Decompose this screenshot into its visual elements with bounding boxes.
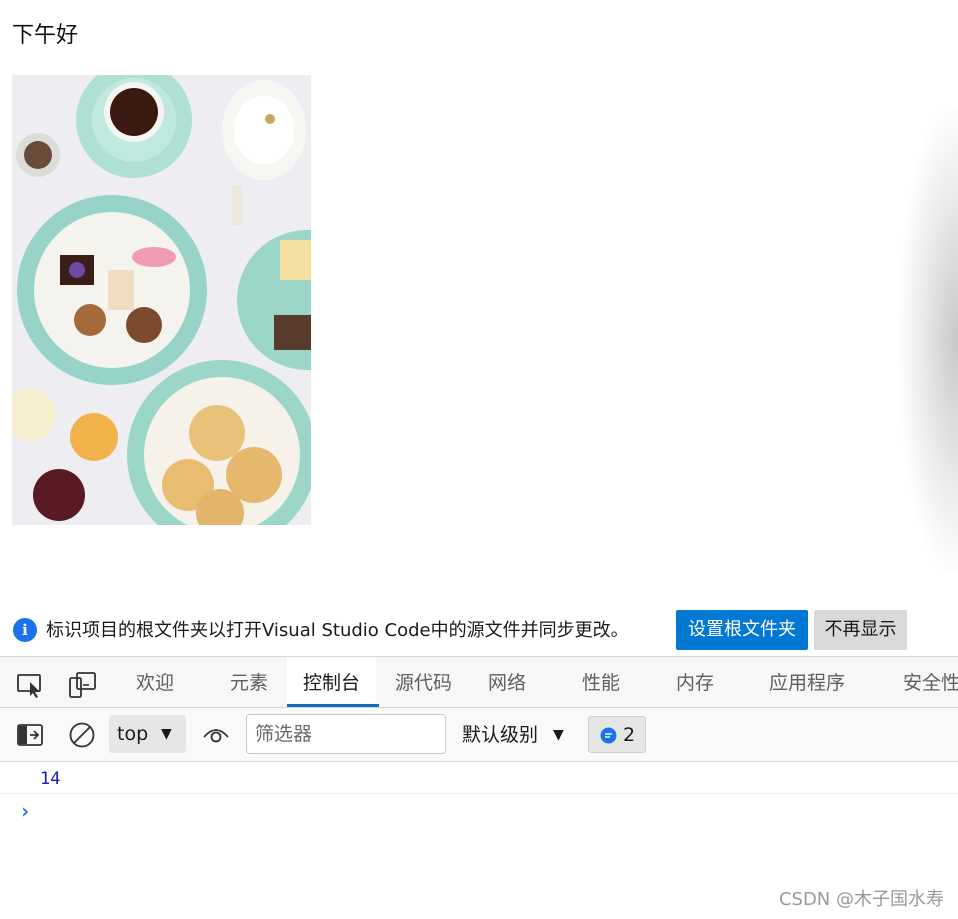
message-count-badge[interactable] [588, 716, 646, 753]
console-log-value: 14 [40, 769, 61, 789]
toggle-sidebar-icon[interactable] [16, 722, 44, 748]
chevron-down-icon: ▼ [161, 726, 172, 742]
device-emulation-icon[interactable] [68, 672, 96, 698]
levels-chevron-down-icon: ▼ [553, 727, 564, 743]
console-message-row [0, 763, 958, 794]
tab-elements[interactable]: 元素 [230, 657, 268, 707]
console-filter-input[interactable] [246, 714, 446, 754]
tab-console[interactable]: 控制台 [287, 657, 377, 707]
tab-sources[interactable]: 源代码 [395, 657, 452, 707]
tab-performance[interactable]: 性能 [582, 657, 620, 707]
console-prompt-icon[interactable]: › [19, 799, 31, 823]
page-title: 下午好 [12, 23, 79, 48]
afternoon-tea-image [12, 75, 311, 525]
tab-network[interactable]: 网络 [488, 657, 526, 707]
active-tab-indicator [287, 704, 379, 707]
dont-show-again-button[interactable]: 不再显示 [814, 610, 907, 650]
info-icon: i [13, 618, 37, 642]
tab-memory[interactable]: 内存 [676, 657, 714, 707]
infobar-message: 标识项目的根文件夹以打开Visual Studio Code中的源文件并同步更改… [46, 620, 629, 641]
context-selector-value: top [117, 723, 149, 745]
watermark: CSDN @木子国水寿 [778, 889, 944, 910]
tab-welcome[interactable]: 欢迎 [136, 657, 174, 707]
clear-console-icon[interactable] [68, 721, 96, 749]
panel-edge-shadow [900, 110, 958, 570]
live-expression-eye-icon[interactable] [202, 725, 230, 745]
message-count: 2 [623, 724, 636, 746]
inspect-element-icon[interactable] [16, 672, 44, 698]
context-selector[interactable]: top ▼ [109, 715, 186, 753]
tab-security[interactable]: 安全性 [903, 657, 958, 707]
afternoon-tea-illustration [12, 75, 311, 525]
message-bubble-icon [600, 727, 617, 744]
set-root-folder-button[interactable]: 设置根文件夹 [676, 610, 808, 650]
log-levels-dropdown[interactable]: 默认级别 [462, 721, 538, 749]
tab-application[interactable]: 应用程序 [769, 657, 845, 707]
